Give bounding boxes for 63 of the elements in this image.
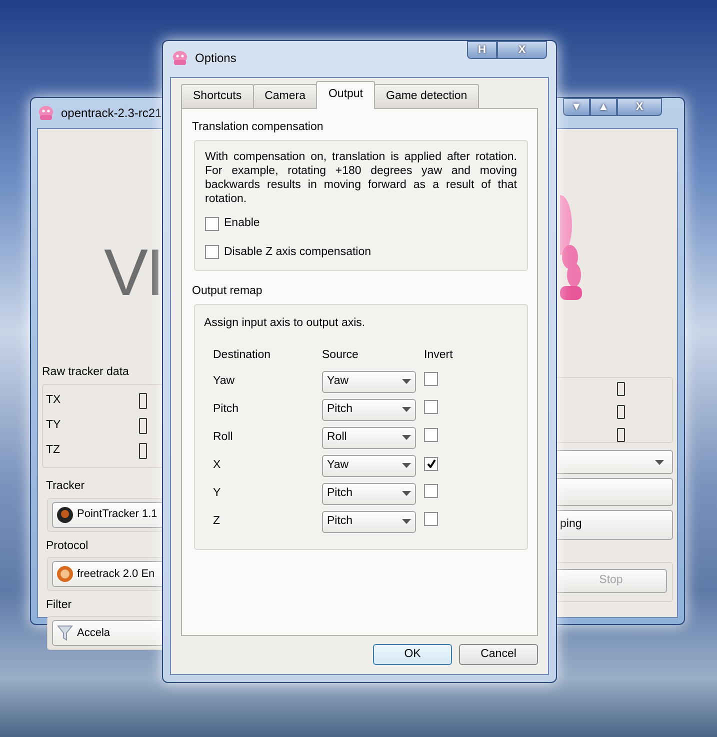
axis-label: TY <box>46 418 62 434</box>
checkbox[interactable] <box>424 512 438 526</box>
tab[interactable]: Game detection <box>374 84 480 108</box>
combo-box[interactable]: Yaw <box>322 454 416 477</box>
caret-icon <box>655 460 664 464</box>
octopus-icon <box>37 105 55 121</box>
checkbox-label: Enable <box>224 216 260 232</box>
checkbox[interactable] <box>424 400 438 414</box>
check-icon <box>426 459 436 468</box>
group-title: Output remap <box>192 284 264 299</box>
axis-label: TZ <box>46 443 62 458</box>
axis-label: TX <box>46 393 62 408</box>
row-label: Yaw <box>213 374 236 390</box>
lcd-digit-icon <box>617 405 625 419</box>
checkbox[interactable] <box>424 456 438 471</box>
octopus-icon <box>171 50 189 66</box>
button[interactable]: OK <box>373 644 452 665</box>
combo-box[interactable]: Pitch <box>322 510 416 533</box>
row-label: Z <box>213 514 222 530</box>
column-header: Invert <box>424 348 454 364</box>
section-title: Protocol <box>46 538 90 554</box>
checkbox[interactable] <box>424 428 438 442</box>
combo-box[interactable]: Pitch <box>322 398 416 421</box>
row-label: Roll <box>213 430 234 446</box>
lcd-digit-icon <box>139 418 147 434</box>
column-header: Source <box>322 348 360 364</box>
checkbox[interactable] <box>205 217 219 232</box>
caret-icon <box>402 435 411 440</box>
row-label: Y <box>213 486 222 502</box>
section-title: Filter <box>46 598 73 613</box>
checkbox-label: Disable Z axis compensation <box>224 244 372 260</box>
lcd-digit-icon <box>617 382 625 396</box>
group-title: Translation compensation <box>192 120 324 135</box>
checkbox[interactable] <box>424 372 438 386</box>
circle-icon <box>57 566 73 582</box>
description-text: With compensation on, translation is applied after rotation. For example, rotating +180 degrees yaw and moving backwards results in moving forward as a result of that rotation. <box>205 151 517 206</box>
lcd-digit-icon <box>139 442 147 459</box>
row-label: Pitch <box>213 402 240 418</box>
section-title: Raw tracker data <box>42 365 130 380</box>
combo-box[interactable]: Roll <box>322 426 416 449</box>
row-label: X <box>213 458 222 474</box>
camera-icon <box>57 506 73 522</box>
tab[interactable]: Shortcuts <box>181 84 254 108</box>
logo-text: VI <box>104 239 162 311</box>
tab[interactable]: Camera <box>252 84 318 108</box>
column-header: Destination <box>213 348 272 364</box>
window-title: opentrack-2.3-rc21 <box>61 105 162 122</box>
caret-icon <box>402 463 411 468</box>
lcd-digit-icon <box>617 428 625 442</box>
lcd-digit-icon <box>139 392 147 409</box>
section-title: Tracker <box>46 479 86 494</box>
tab[interactable]: Output <box>316 80 376 109</box>
button[interactable]: Cancel <box>459 644 538 665</box>
caret-icon <box>402 491 411 496</box>
combo-box[interactable]: Pitch <box>322 482 416 505</box>
caret-icon <box>402 407 411 412</box>
description-text: Assign input axis to output axis. <box>204 316 366 332</box>
checkbox[interactable] <box>205 245 219 260</box>
checkbox[interactable] <box>424 484 438 498</box>
caret-icon <box>402 519 411 524</box>
combo-box[interactable]: Yaw <box>322 370 416 393</box>
caret-icon <box>402 379 411 384</box>
dialog-title: Options <box>195 50 236 67</box>
